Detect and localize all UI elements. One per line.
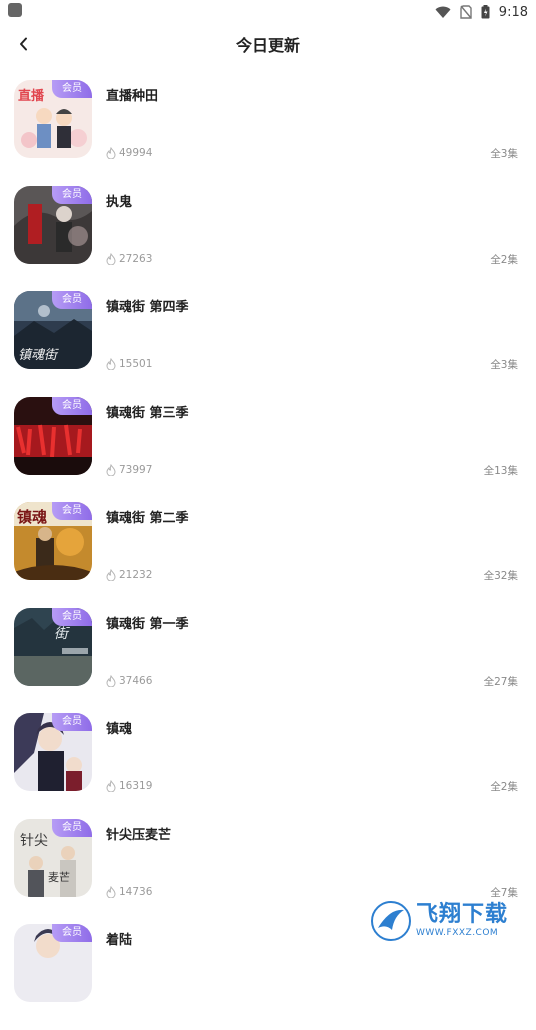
watermark: 飞翔下载 WWW.FXXZ.COM: [366, 898, 524, 944]
popularity: 15501: [106, 358, 152, 370]
cover-image[interactable]: 会员: [14, 713, 92, 791]
watermark-url: WWW.FXXZ.COM: [416, 928, 499, 938]
popularity-count: 49994: [119, 147, 153, 159]
wifi-icon: [435, 6, 451, 19]
item-title: 着陆: [106, 933, 133, 948]
vip-badge: 会员: [52, 924, 92, 942]
cover-image[interactable]: 会员: [14, 924, 92, 1002]
popularity: 37466: [106, 674, 153, 687]
flame-icon: [106, 147, 116, 159]
status-left: [8, 3, 22, 21]
popularity-count: 16319: [119, 780, 153, 792]
episode-count: 全3集: [490, 359, 518, 371]
status-bar: 9:18: [0, 0, 536, 24]
popularity: 16319: [106, 780, 152, 792]
vip-badge: 会员: [52, 396, 92, 415]
page-title: 今日更新: [235, 36, 300, 55]
clock-text: 9:18: [498, 4, 528, 20]
item-title: 镇魂街 第四季: [106, 300, 189, 315]
popularity-count: 15501: [119, 358, 153, 370]
flame-icon: [106, 358, 116, 370]
popularity-count: 37466: [119, 674, 153, 687]
watermark-logo-icon: [371, 901, 411, 941]
svg-text:镇魂街: 镇魂街: [18, 348, 59, 363]
cover-image[interactable]: 会员: [14, 185, 92, 264]
flame-icon: [106, 885, 116, 898]
list-item[interactable]: 会员 镇魂 16319 全2集: [0, 713, 536, 819]
cover-image[interactable]: 镇魂 会员: [14, 502, 92, 580]
watermark-title: 飞翔下载: [416, 902, 509, 927]
svg-text:直播: 直播: [18, 88, 45, 104]
cover-image[interactable]: 会员: [14, 396, 92, 475]
chevron-left-icon: [20, 37, 27, 51]
episode-count: 全32集: [483, 570, 518, 582]
vip-badge: 会员: [52, 185, 92, 204]
cover-image[interactable]: 街 会员: [14, 607, 92, 686]
item-title: 针尖压麦芒: [106, 827, 172, 843]
cover-image[interactable]: 镇魂街 会员: [14, 291, 92, 369]
list-item[interactable]: 镇魂街 会员 镇魂街 第四季 15501 全3集: [0, 291, 536, 397]
svg-text:麦芒: 麦芒: [48, 871, 70, 884]
flame-icon: [106, 780, 116, 792]
popularity-count: 21232: [119, 569, 153, 581]
list-item[interactable]: 街 会员 镇魂街 第一季 37466 全27集: [0, 607, 536, 714]
flame-icon: [106, 674, 116, 687]
vip-badge: 会员: [52, 80, 92, 98]
battery-icon: [481, 5, 490, 19]
popularity: 14736: [106, 885, 153, 898]
flame-icon: [106, 252, 116, 265]
svg-text:镇魂: 镇魂: [17, 508, 47, 526]
svg-text:街: 街: [54, 626, 70, 642]
item-title: 镇魂街 第二季: [106, 511, 189, 526]
popularity: 73997: [106, 463, 153, 476]
cover-image[interactable]: 针尖 麦芒 会员: [14, 818, 92, 897]
episode-count: 全13集: [483, 464, 518, 477]
svg-text:针尖: 针尖: [20, 833, 48, 849]
update-list: 直播 会员 直播种田 49994 全3集 会员 执鬼 27263 全2集 镇魂街…: [0, 80, 536, 1030]
vip-badge: 会员: [52, 818, 92, 837]
episode-count: 全27集: [483, 675, 518, 688]
vip-badge: 会员: [52, 607, 92, 626]
list-item[interactable]: 镇魂 会员 镇魂街 第二季 21232 全32集: [0, 502, 536, 608]
page-header: 今日更新: [0, 24, 536, 64]
popularity: 27263: [106, 252, 153, 265]
popularity: 21232: [106, 569, 152, 581]
status-right: 9:18: [435, 5, 528, 20]
episode-count: 全2集: [490, 253, 518, 266]
flame-icon: [106, 463, 116, 476]
vip-badge: 会员: [52, 502, 92, 520]
back-button[interactable]: [12, 32, 36, 56]
popularity-count: 14736: [119, 885, 153, 898]
vip-badge: 会员: [52, 291, 92, 309]
no-sim-icon: [460, 5, 472, 19]
episode-count: 全3集: [490, 148, 518, 160]
vip-badge: 会员: [52, 713, 92, 731]
item-title: 执鬼: [106, 194, 133, 210]
popularity: 49994: [106, 147, 152, 159]
app-notification-icon: [8, 3, 22, 17]
popularity-count: 73997: [119, 463, 153, 476]
cover-image[interactable]: 直播 会员: [14, 80, 92, 158]
list-item[interactable]: 会员 执鬼 27263 全2集: [0, 185, 536, 292]
item-title: 镇魂街 第一季: [106, 616, 189, 632]
list-item[interactable]: 会员 镇魂街 第三季 73997 全13集: [0, 396, 536, 503]
flame-icon: [106, 569, 116, 581]
item-title: 直播种田: [106, 89, 159, 104]
episode-count: 全2集: [490, 781, 518, 793]
item-title: 镇魂街 第三季: [106, 405, 189, 421]
watermark-text: 飞翔下载 WWW.FXXZ.COM: [416, 904, 508, 938]
list-item[interactable]: 直播 会员 直播种田 49994 全3集: [0, 80, 536, 186]
item-title: 镇魂: [106, 722, 133, 737]
popularity-count: 27263: [119, 252, 153, 265]
